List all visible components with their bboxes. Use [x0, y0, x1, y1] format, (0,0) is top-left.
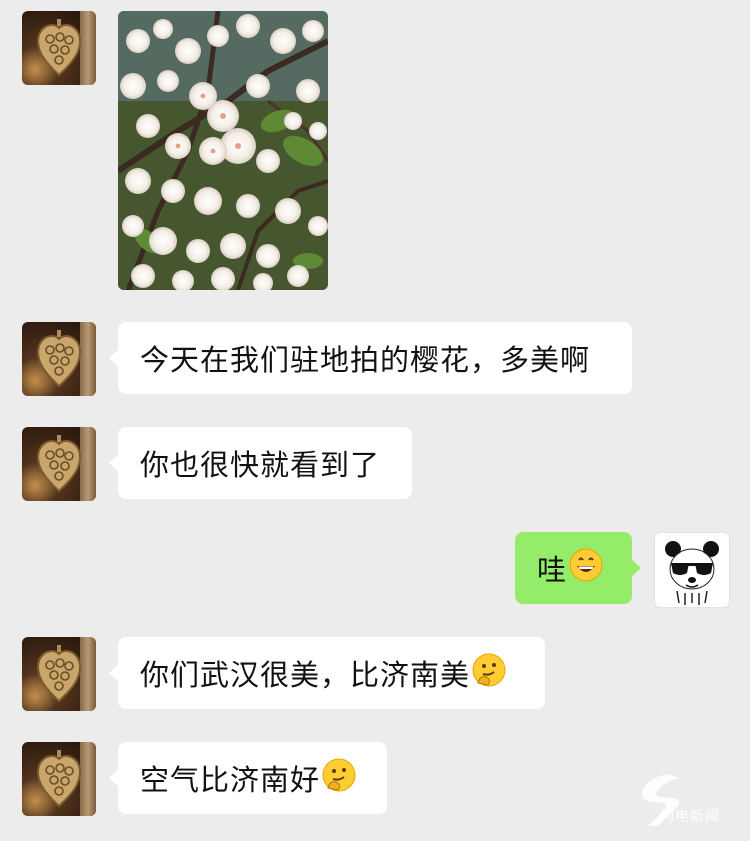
message-bubble[interactable]: 今天在我们驻地拍的樱花，多美啊: [109, 322, 632, 394]
thinking-face-emoji-icon: [322, 758, 356, 799]
cherry-blossom-photo[interactable]: [118, 11, 328, 290]
message-bubble-outgoing[interactable]: 哇: [515, 532, 641, 604]
watermark-text: 闪电新闻: [660, 809, 720, 825]
contact-avatar[interactable]: [22, 322, 96, 396]
message-text: 你也很快就看到了: [140, 448, 381, 482]
message-bubble[interactable]: 空气比济南好: [109, 742, 387, 814]
message-bubble[interactable]: 你也很快就看到了: [109, 427, 412, 499]
chat-window: 今天在我们驻地拍的樱花，多美啊 你也很快就看到了 哇 你们武汉很美，比济南美 空…: [0, 0, 750, 841]
contact-avatar[interactable]: [22, 742, 96, 816]
message-text: 哇: [537, 553, 568, 587]
self-avatar[interactable]: [654, 532, 730, 608]
thinking-face-emoji-icon: [472, 653, 506, 694]
message-bubble[interactable]: 你们武汉很美，比济南美: [109, 637, 545, 709]
message-text: 今天在我们驻地拍的樱花，多美啊: [140, 343, 591, 377]
contact-avatar[interactable]: [22, 637, 96, 711]
message-text: 空气比济南好: [140, 763, 321, 797]
message-text: 你们武汉很美，比济南美: [140, 658, 471, 692]
contact-avatar[interactable]: [22, 427, 96, 501]
grinning-face-emoji-icon: [569, 548, 603, 589]
contact-avatar[interactable]: [22, 11, 96, 85]
